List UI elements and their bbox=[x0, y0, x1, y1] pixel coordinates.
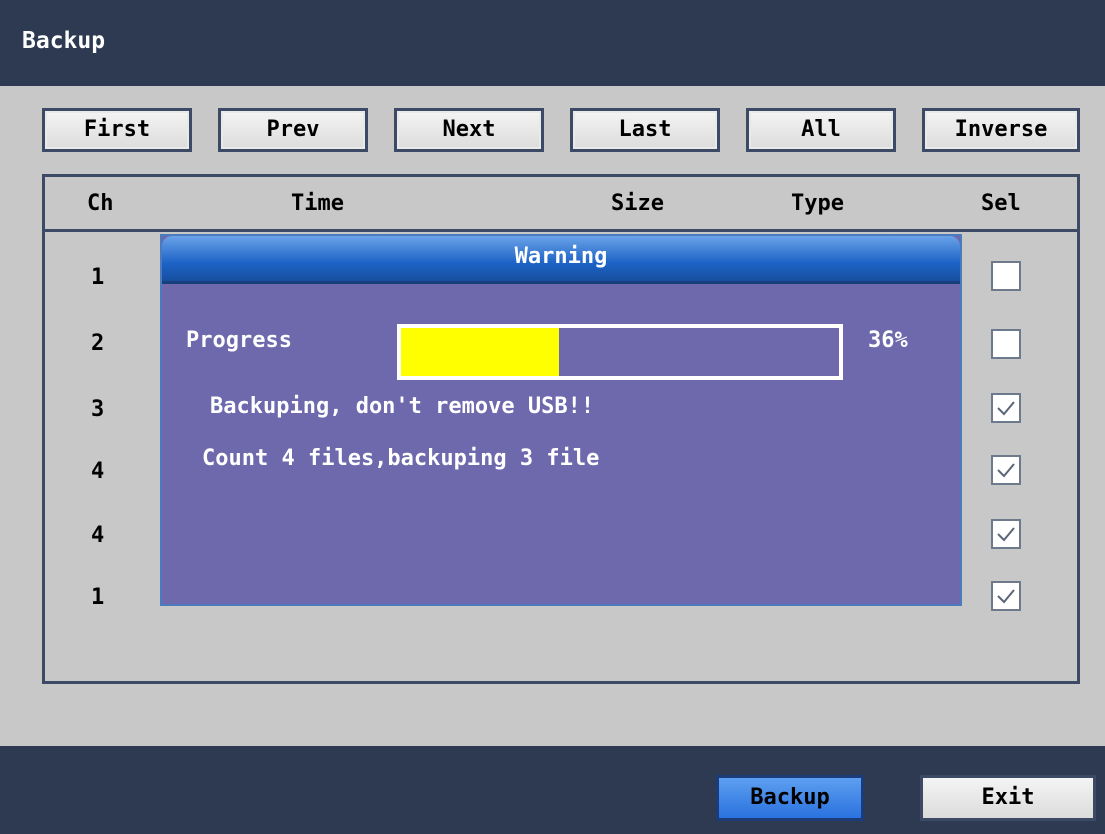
progress-percent: 36% bbox=[868, 328, 908, 353]
progress-fill bbox=[401, 328, 559, 376]
table-header: Ch Time Size Type Sel bbox=[45, 177, 1077, 232]
header-size: Size bbox=[611, 191, 664, 216]
window-title: Backup bbox=[22, 28, 106, 54]
row-3-checkbox[interactable] bbox=[991, 393, 1021, 423]
title-bar: Backup bbox=[0, 0, 1105, 86]
row-4-checkbox[interactable] bbox=[991, 455, 1021, 485]
backup-button[interactable]: Backup bbox=[716, 775, 864, 821]
first-button[interactable]: First bbox=[42, 108, 192, 152]
row-1-checkbox[interactable] bbox=[991, 261, 1021, 291]
dialog-title: Warning bbox=[162, 236, 960, 284]
row-6-ch: 1 bbox=[91, 585, 105, 610]
exit-button[interactable]: Exit bbox=[920, 775, 1096, 821]
row-2-ch: 2 bbox=[91, 331, 105, 356]
last-button[interactable]: Last bbox=[570, 108, 720, 152]
all-button[interactable]: All bbox=[746, 108, 896, 152]
warning-message: Backuping, don't remove USB!! bbox=[210, 394, 595, 419]
row-1-ch: 1 bbox=[91, 265, 105, 290]
header-time: Time bbox=[291, 191, 344, 216]
checkmark-icon bbox=[997, 589, 1015, 604]
row-5-checkbox[interactable] bbox=[991, 519, 1021, 549]
checkmark-icon bbox=[997, 401, 1015, 416]
progress-label: Progress bbox=[186, 328, 292, 353]
header-type: Type bbox=[791, 191, 844, 216]
next-button[interactable]: Next bbox=[394, 108, 544, 152]
row-5-ch: 4 bbox=[91, 523, 105, 548]
checkmark-icon bbox=[997, 463, 1015, 478]
row-3-ch: 3 bbox=[91, 397, 105, 422]
count-message: Count 4 files,backuping 3 file bbox=[202, 446, 600, 471]
row-4-ch: 4 bbox=[91, 459, 105, 484]
checkmark-icon bbox=[997, 527, 1015, 542]
progress-bar bbox=[397, 324, 843, 380]
row-2-checkbox[interactable] bbox=[991, 329, 1021, 359]
warning-dialog: Warning Progress 36% Backuping, don't re… bbox=[160, 234, 962, 606]
inverse-button[interactable]: Inverse bbox=[922, 108, 1080, 152]
header-sel: Sel bbox=[981, 191, 1021, 216]
row-6-checkbox[interactable] bbox=[991, 581, 1021, 611]
prev-button[interactable]: Prev bbox=[218, 108, 368, 152]
header-ch: Ch bbox=[87, 191, 114, 216]
